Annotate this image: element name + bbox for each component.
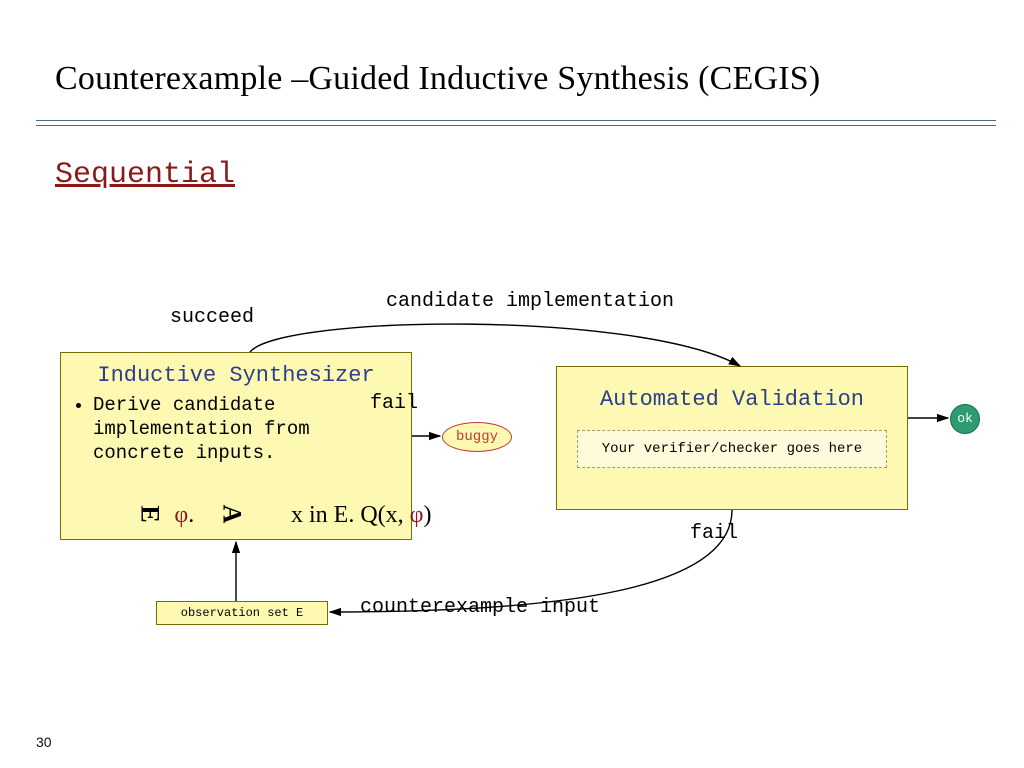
label-fail-right: fail [690, 522, 738, 545]
title-underline [36, 120, 996, 126]
automated-validation-box: Automated Validation Your verifier/check… [556, 366, 908, 510]
inductive-synthesizer-box: Inductive Synthesizer Derive candidate i… [60, 352, 412, 540]
ok-badge: ok [950, 404, 980, 434]
synth-formula: E φ. A x in E. Q(x, φ) [141, 499, 432, 529]
buggy-badge: buggy [442, 422, 512, 452]
synth-bullet: Derive candidate implementation from con… [93, 394, 397, 465]
slide-title: Counterexample –Guided Inductive Synthes… [55, 60, 1014, 98]
observation-set-box: observation set E [156, 601, 328, 625]
inductive-synthesizer-body: Derive candidate implementation from con… [75, 394, 397, 465]
label-candidate-implementation: candidate implementation [386, 290, 674, 313]
inductive-synthesizer-title: Inductive Synthesizer [75, 363, 397, 388]
verifier-placeholder: Your verifier/checker goes here [577, 430, 887, 468]
page-number: 30 [36, 734, 52, 750]
label-fail-left: fail [370, 392, 418, 415]
label-succeed: succeed [170, 306, 254, 329]
automated-validation-title: Automated Validation [573, 387, 891, 412]
label-counterexample-input: counterexample input [360, 596, 600, 619]
section-heading: Sequential [55, 158, 235, 192]
